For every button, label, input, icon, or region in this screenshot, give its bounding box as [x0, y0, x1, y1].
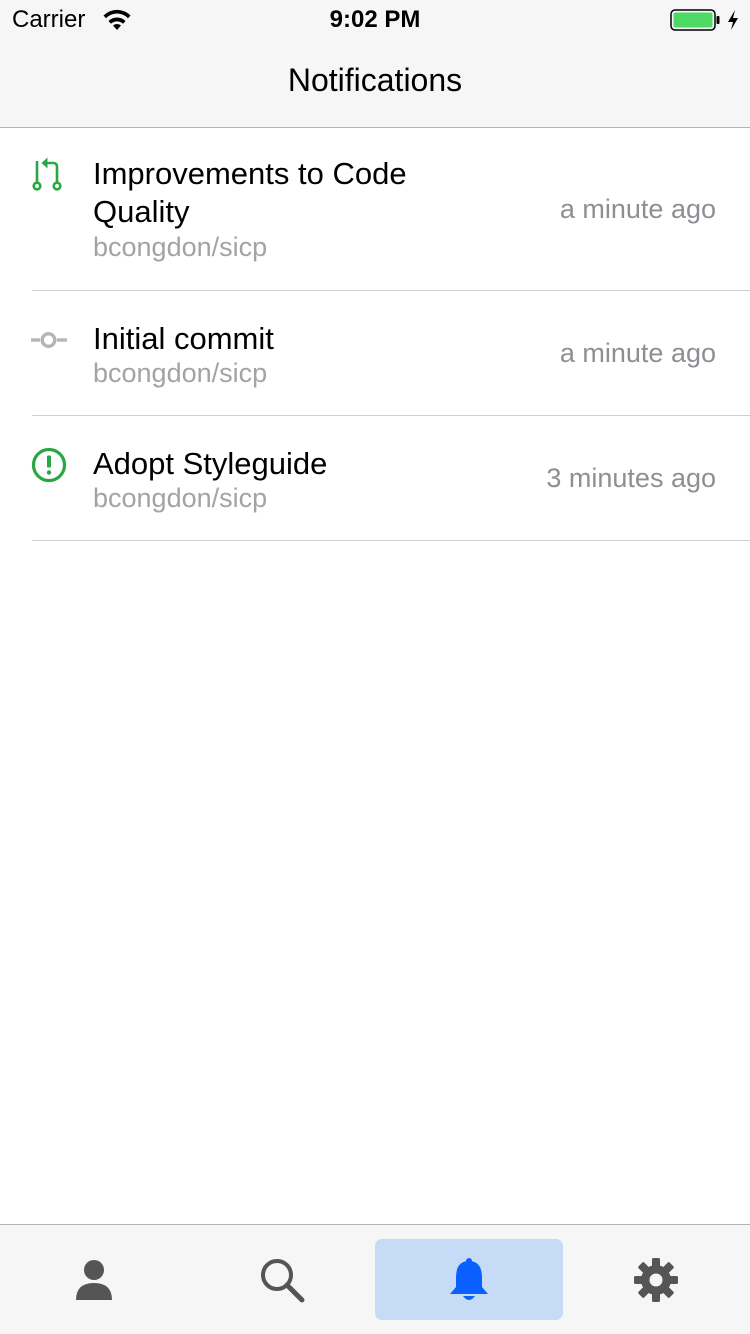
commit-icon	[31, 331, 67, 349]
battery-icon	[670, 9, 720, 31]
notification-row[interactable]: Improvements to Code Quality bcongdon/si…	[0, 128, 750, 291]
person-icon	[76, 1259, 112, 1300]
gear-icon	[634, 1257, 678, 1302]
page-title: Notifications	[287, 62, 463, 98]
search-icon	[261, 1258, 305, 1302]
notification-title: Adopt Styleguide	[93, 446, 328, 481]
tab-settings[interactable]	[562, 1239, 750, 1320]
notification-repo: bcongdon/sicp	[93, 232, 268, 262]
notification-title: Initial commit	[93, 321, 274, 356]
tab-bar	[0, 1224, 750, 1334]
notification-time: a minute ago	[559, 338, 716, 368]
notification-time: 3 minutes ago	[546, 463, 716, 493]
issue-icon	[31, 447, 67, 483]
tab-notifications[interactable]	[375, 1239, 563, 1320]
notification-repo: bcongdon/sicp	[93, 483, 268, 513]
pull-request-icon	[32, 157, 62, 191]
notification-repo: bcongdon/sicp	[93, 358, 268, 388]
charging-bolt-icon	[728, 10, 738, 30]
navigation-bar: Notifications	[0, 40, 750, 128]
notification-row[interactable]: Initial commit bcongdon/sicp a minute ag…	[0, 291, 750, 416]
notification-time: a minute ago	[559, 194, 716, 224]
tab-search[interactable]	[188, 1239, 376, 1320]
clock: 9:02 PM	[329, 6, 421, 33]
notifications-list: Improvements to Code Quality bcongdon/si…	[0, 128, 750, 541]
status-bar: Carrier 9:02 PM	[0, 0, 750, 40]
notification-title: Improvements to Code Quality	[93, 156, 407, 229]
tab-profile[interactable]	[0, 1239, 188, 1320]
row-divider	[32, 540, 750, 541]
notification-row[interactable]: Adopt Styleguide bcongdon/sicp 3 minutes…	[0, 416, 750, 541]
bell-icon	[450, 1257, 488, 1300]
